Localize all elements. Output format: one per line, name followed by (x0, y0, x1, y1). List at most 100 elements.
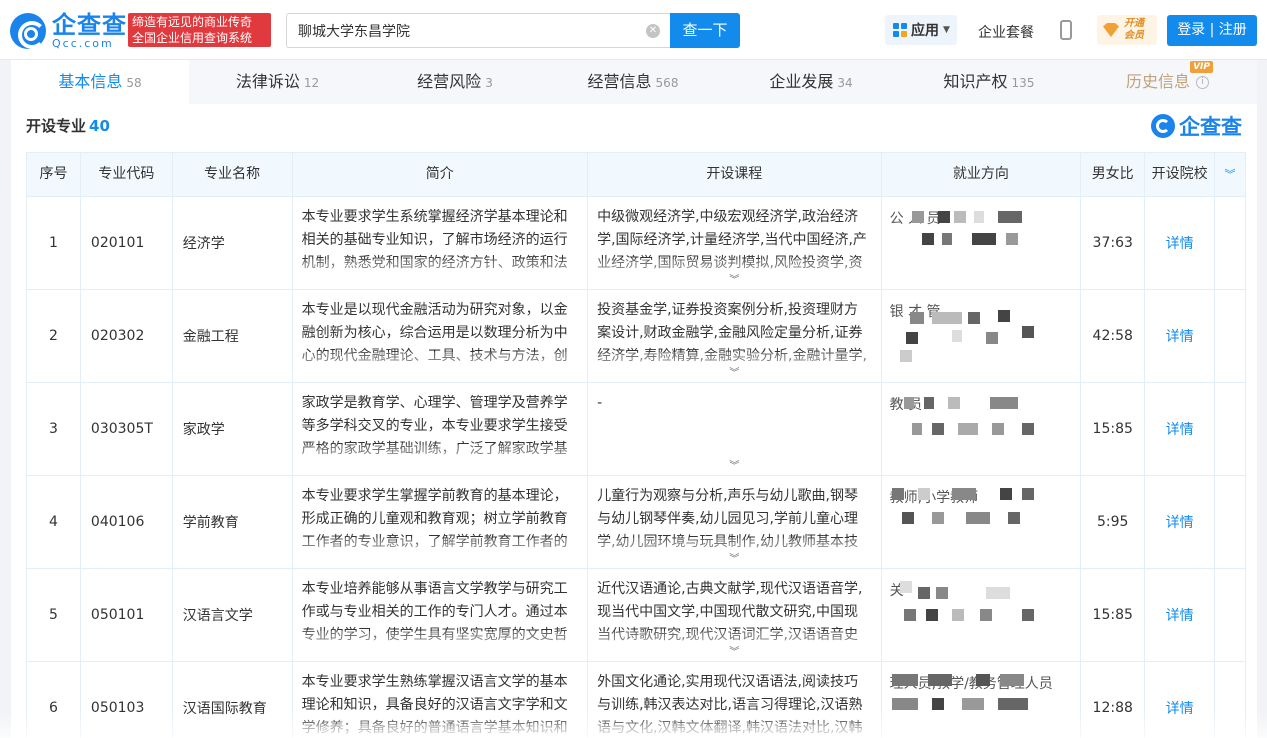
diamond-icon (1103, 23, 1119, 37)
table-row: 5 050101 汉语言文学 本专业培养能够从事语言文学教学与研究工作或与专业相关的工… (26, 569, 1246, 662)
expand-icon[interactable]: ︾ (729, 369, 739, 379)
tab-label: 知识产权 (943, 72, 1008, 91)
cell-index: 2 (27, 290, 81, 382)
login-register-button[interactable]: 登录 | 注册 (1167, 15, 1257, 46)
enterprise-suite-link[interactable]: 企业套餐 (978, 22, 1034, 42)
detail-link[interactable]: 详情 (1166, 605, 1194, 625)
cell-courses: 近代汉语通论,古典文献学,现代汉语语音学,现当代中国文学,中国现代散文研究,中国… (588, 569, 882, 661)
mobile-phone-icon[interactable] (1060, 20, 1072, 40)
mosaic-block (925, 609, 938, 621)
cell-index: 5 (27, 569, 81, 661)
column-settings-icon[interactable]: ︾ (1215, 153, 1245, 196)
search-button[interactable]: 查一下 (670, 13, 740, 48)
courses-text: - (597, 395, 603, 411)
tab-count: 34 (837, 76, 853, 90)
expand-icon[interactable]: ︾ (729, 462, 739, 472)
mosaic-block (967, 312, 980, 324)
clear-icon[interactable]: ✕ (646, 24, 660, 38)
detail-link[interactable]: 详情 (1166, 233, 1194, 253)
header-ratio: 男女比 (1081, 153, 1146, 196)
tab-ip[interactable]: 知识产权 135 (900, 60, 1078, 104)
tab-legal[interactable]: 法律诉讼 12 (189, 60, 366, 104)
mosaic-block (921, 233, 934, 245)
qcc-watermark-icon (1151, 114, 1175, 138)
expand-icon[interactable]: ︾ (729, 648, 739, 658)
tab-label: 历史信息 (1125, 72, 1190, 91)
mosaic-block (927, 674, 952, 686)
mosaic-block (931, 698, 944, 710)
mosaic-block (951, 488, 976, 500)
cell-colleges: 详情 (1145, 197, 1216, 289)
qcc-logo[interactable]: 企查查 Qcc.com (10, 12, 127, 50)
cell-name: 家政学 (173, 383, 293, 475)
mosaic-block (899, 350, 912, 362)
cell-career: 教 员 (882, 383, 1082, 475)
table-row: 4 040106 学前教育 本专业要求学生掌握学前教育的基本理论，形成正确的儿童观和教… (26, 476, 1246, 569)
mosaic-block (911, 423, 922, 435)
tab-development[interactable]: 企业发展 34 (722, 60, 900, 104)
slogan-line-1: 缔造有远见的商业传奇 (132, 15, 253, 29)
tab-count: 12 (303, 76, 320, 90)
tab-bar: 基本信息 58 法律诉讼 12 经营风险 3 经营信息 568 企业发展 34 知识产权 1… (11, 60, 1257, 104)
header-career: 就业方向 (882, 153, 1082, 196)
cell-ratio: 5:95 (1081, 476, 1146, 568)
cell-name: 学前教育 (173, 476, 293, 568)
tab-history[interactable]: VIP 历史信息 i (1078, 60, 1257, 104)
cell-courses: 中级微观经济学,中级宏观经济学,政治经济学,国际经济学,计量经济学,当代中国经济… (588, 197, 882, 289)
mosaic-block (999, 488, 1012, 500)
cell-career: 银 才 管 (882, 290, 1082, 382)
mosaic-block (953, 211, 966, 223)
tab-operation[interactable]: 经营信息 568 (544, 60, 722, 104)
detail-link[interactable]: 详情 (1166, 326, 1194, 346)
mosaic-block (997, 310, 1010, 322)
qcc-logo-icon (10, 13, 46, 49)
mosaic-block (903, 609, 916, 621)
header-colleges: 开设院校 (1145, 153, 1216, 196)
mosaic-block (951, 609, 964, 621)
mosaic-block (891, 674, 918, 686)
tab-label: 企业发展 (769, 72, 834, 91)
table-row: 3 030305T 家政学 家政学是教育学、心理学、管理学及营养学等多学科交叉的专业，… (26, 383, 1246, 476)
cell-spacer (1215, 569, 1245, 661)
logo-en-text: Qcc.com (52, 37, 114, 50)
mosaic-block (931, 312, 962, 324)
mosaic-blur: 教师,小学教师 (882, 476, 1081, 568)
cell-code: 030305T (81, 383, 173, 475)
cell-colleges: 详情 (1145, 383, 1216, 475)
expand-icon[interactable]: ︾ (729, 555, 739, 565)
mosaic-block (891, 488, 904, 500)
mosaic-block (997, 698, 1028, 710)
cell-name: 金融工程 (173, 290, 293, 382)
mosaic-block (1021, 326, 1034, 338)
vip-open-button[interactable]: 开通 会员 (1097, 15, 1157, 45)
tab-basic-info[interactable]: 基本信息 58 (11, 60, 189, 104)
tab-count: 568 (655, 76, 679, 90)
tab-risk[interactable]: 经营风险 3 (366, 60, 544, 104)
cell-index: 3 (27, 383, 81, 475)
table-header: 序号 专业代码 专业名称 简介 开设课程 就业方向 男女比 开设院校 ︾ (26, 152, 1246, 197)
mosaic-block (979, 609, 992, 621)
cell-ratio: 15:85 (1081, 569, 1146, 661)
header-name: 专业名称 (173, 153, 293, 196)
mosaic-block (899, 581, 912, 593)
expand-icon[interactable]: ︾ (729, 276, 739, 286)
cell-intro: 本专业要求学生掌握学前教育的基本理论，形成正确的儿童观和教育观；树立学前教育工作… (292, 476, 589, 568)
detail-link[interactable]: 详情 (1166, 419, 1194, 439)
app-menu-button[interactable]: 应用 ▼ (885, 15, 957, 45)
slogan-badge: 缔造有远见的商业传奇 全国企业信用查询系统 (128, 13, 271, 47)
mosaic-block (1021, 609, 1034, 621)
cell-colleges: 详情 (1145, 569, 1216, 661)
mosaic-block (917, 587, 930, 599)
search-input[interactable] (298, 14, 638, 47)
detail-link[interactable]: 详情 (1166, 512, 1194, 532)
section-count: 40 (89, 117, 110, 135)
cell-spacer (1215, 197, 1245, 289)
tab-count: 58 (126, 76, 142, 90)
table-row: 2 020302 金融工程 本专业是以现代金融活动为研究对象，以金融创新为核心，综合运… (26, 290, 1246, 383)
tab-count: 3 (485, 76, 493, 90)
cell-colleges: 详情 (1145, 290, 1216, 382)
main-card: 基本信息 58 法律诉讼 12 经营风险 3 经营信息 568 企业发展 34 知识产权 1… (11, 60, 1257, 738)
slogan-line-2: 全国企业信用查询系统 (132, 31, 253, 45)
mosaic-blur: 教 员 (882, 383, 1081, 475)
cell-code: 020101 (81, 197, 173, 289)
